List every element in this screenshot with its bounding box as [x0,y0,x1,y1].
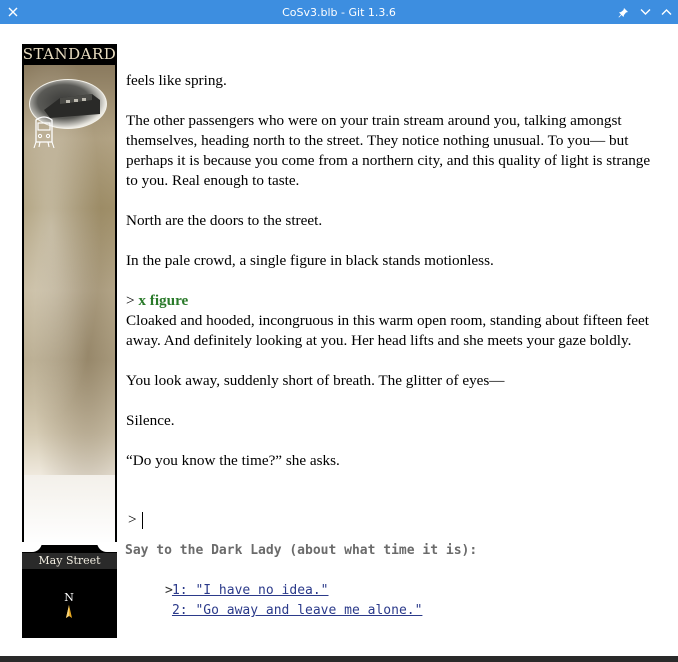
sidebar-artwork-fade [24,475,115,545]
menu-title: Say to the Dark Lady (about what time it… [125,543,478,558]
story-paragraph: feels like spring. [126,72,227,89]
window-title: CoSv3.blb - Git 1.3.6 [282,5,396,19]
chevron-up-icon[interactable] [655,0,677,24]
story-paragraph: North are the doors to the street. [126,212,323,229]
story-paragraph: You look away, suddenly short of breath.… [126,372,505,389]
status-sidebar: STANDARD May Street N [22,44,117,638]
player-command: > x figure [126,291,656,311]
menu-option-link-2[interactable]: 2: "Go away and leave me alone." [172,603,422,618]
menu-option-link-1[interactable]: 1: "I have no idea." [172,583,329,598]
command-text: x figure [138,292,189,309]
app-window: CoSv3.blb - Git 1.3.6 STANDARD May Stree… [0,0,678,662]
sidebar-divider [22,542,117,552]
menu-option[interactable]: >1: "I have no idea." [118,561,638,598]
input-prompt: > [128,511,137,528]
story-paragraph: Silence. [126,412,175,429]
story-transcript: feels like spring. The other passengers … [126,71,656,491]
close-icon[interactable] [2,0,24,24]
location-label: May Street [22,553,117,569]
compass-north-label: N [64,591,74,604]
story-paragraph: In the pale crowd, a single figure in bl… [126,252,494,269]
title-bar: CoSv3.blb - Git 1.3.6 [0,0,678,24]
selected-marker: > [164,583,173,598]
compass: N [59,592,79,626]
command-prompt: > [126,292,135,309]
window-bottom-border [0,656,678,662]
story-paragraph: “Do you know the time?” she asks. [126,452,340,469]
conversation-menu: Say to the Dark Lady (about what time it… [118,541,638,618]
chevron-down-icon[interactable] [634,0,656,24]
story-paragraph: The other passengers who were on your tr… [126,112,651,189]
text-cursor [141,512,143,530]
command-input[interactable]: > [128,511,143,531]
sidebar-header: STANDARD [22,45,117,63]
pin-icon[interactable] [612,0,634,24]
compass-arrow-icon [66,605,72,618]
train-icon [33,114,55,150]
story-paragraph: Cloaked and hooded, incongruous in this … [126,312,650,349]
